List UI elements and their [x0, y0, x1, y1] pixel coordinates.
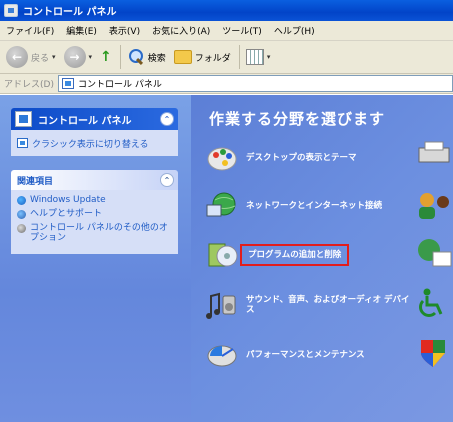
- security-shield-icon[interactable]: [415, 337, 453, 367]
- related-item-label: ヘルプとサポート: [30, 209, 103, 219]
- address-value: コントロール パネル: [77, 80, 162, 90]
- address-field[interactable]: コントロール パネル: [57, 75, 453, 92]
- category-sound-audio[interactable]: サウンド、音声、およびオーディオ デバイス: [205, 290, 416, 320]
- control-panel-icon: [4, 4, 18, 17]
- related-item-help-support[interactable]: ヘルプとサポート: [17, 209, 172, 219]
- related-topics-header[interactable]: 関連項目 ⌃: [11, 170, 178, 190]
- menu-view[interactable]: 表示(V): [109, 24, 140, 37]
- printer-icon[interactable]: [415, 138, 453, 168]
- menu-favorites[interactable]: お気に入り(A): [152, 24, 210, 37]
- network-globe-icon: [205, 191, 239, 221]
- back-button[interactable]: ← 戻る ▾: [6, 46, 56, 68]
- options-icon: [17, 224, 26, 233]
- category-label: サウンド、音声、およびオーディオ デバイス: [246, 295, 410, 315]
- date-time-globe-icon[interactable]: [415, 238, 453, 268]
- address-label: アドレス(D): [4, 80, 54, 90]
- dropdown-arrow-icon[interactable]: ▾: [89, 53, 93, 61]
- switch-view-link[interactable]: クラシック表示に切り替える: [11, 130, 178, 156]
- search-label: 検索: [147, 53, 166, 64]
- control-panel-title: コントロール パネル: [38, 115, 132, 127]
- page-title: 作業する分野を選びます: [209, 110, 386, 128]
- back-label: 戻る: [31, 53, 50, 64]
- menu-edit[interactable]: 編集(E): [66, 24, 97, 37]
- views-icon: [245, 49, 264, 65]
- control-panel-logo-icon: [15, 111, 32, 127]
- accessibility-icon[interactable]: [415, 287, 453, 317]
- address-bar: アドレス(D) コントロール パネル: [0, 74, 453, 94]
- category-label: ネットワークとインターネット接続: [246, 201, 383, 211]
- folders-label: フォルダ: [194, 53, 231, 64]
- category-add-remove-programs[interactable]: プログラムの追加と削除: [205, 240, 350, 270]
- category-label: デスクトップの表示とテーマ: [246, 153, 357, 163]
- toolbar-separator: [238, 45, 240, 69]
- up-button[interactable]: ↑: [100, 49, 112, 65]
- category-performance-maintenance[interactable]: パフォーマンスとメンテナンス: [205, 340, 365, 370]
- category-appearance-themes[interactable]: デスクトップの表示とテーマ: [205, 143, 357, 173]
- control-panel-icon: [61, 78, 74, 89]
- related-item-label: コントロール パネルのその他のオプション: [30, 223, 168, 243]
- highlighted-category-label: プログラムの追加と削除: [240, 244, 350, 266]
- help-icon: [17, 210, 26, 219]
- search-button[interactable]: 検索: [127, 48, 166, 66]
- related-item-label: Windows Update: [30, 195, 106, 205]
- windows-update-icon: [17, 196, 26, 205]
- category-label: パフォーマンスとメンテナンス: [246, 350, 365, 360]
- cd-box-icon: [205, 240, 239, 270]
- menu-tools[interactable]: ツール(T): [222, 24, 262, 37]
- control-panel-box: コントロール パネル ⌃ クラシック表示に切り替える: [11, 108, 178, 156]
- folder-icon: [173, 50, 192, 64]
- task-pane: コントロール パネル ⌃ クラシック表示に切り替える 関連項目 ⌃ Window…: [0, 95, 191, 422]
- classic-view-icon: [17, 138, 28, 148]
- related-item-windows-update[interactable]: Windows Update: [17, 195, 172, 205]
- title-bar: コントロール パネル: [0, 0, 453, 21]
- window-title: コントロール パネル: [23, 7, 117, 18]
- collapse-chevron-icon[interactable]: ⌃: [160, 173, 174, 187]
- toolbar-separator: [119, 45, 121, 69]
- menu-bar: ファイル(F) 編集(E) 表示(V) お気に入り(A) ツール(T) ヘルプ(…: [0, 21, 453, 41]
- back-arrow-icon: ←: [6, 46, 28, 68]
- dropdown-arrow-icon[interactable]: ▾: [52, 53, 56, 61]
- related-topics-box: 関連項目 ⌃ Windows Update ヘルプとサポート コントロール パネ…: [11, 170, 178, 254]
- category-network-internet[interactable]: ネットワークとインターネット接続: [205, 191, 382, 221]
- menu-file[interactable]: ファイル(F): [6, 24, 54, 37]
- switch-view-label: クラシック表示に切り替える: [32, 139, 149, 150]
- control-panel-header[interactable]: コントロール パネル ⌃: [11, 108, 178, 130]
- dropdown-arrow-icon[interactable]: ▾: [267, 53, 271, 61]
- views-button[interactable]: ▾: [245, 49, 271, 65]
- performance-gauge-icon: [205, 340, 239, 370]
- related-topics-title: 関連項目: [17, 176, 54, 187]
- forward-button[interactable]: → ▾: [63, 46, 93, 68]
- up-folder-icon: ↑: [100, 49, 112, 65]
- menu-help[interactable]: ヘルプ(H): [274, 24, 315, 37]
- folders-button[interactable]: フォルダ: [173, 50, 231, 64]
- search-icon: [127, 48, 145, 66]
- desktop-display-icon: [205, 143, 239, 173]
- toolbar: ← 戻る ▾ → ▾ ↑ 検索 フォルダ ▾: [0, 41, 453, 74]
- forward-arrow-icon: →: [63, 46, 86, 68]
- related-item-other-options[interactable]: コントロール パネルのその他のオプション: [17, 223, 172, 243]
- related-topics-list: Windows Update ヘルプとサポート コントロール パネルのその他のオ…: [11, 190, 178, 254]
- collapse-chevron-icon[interactable]: ⌃: [160, 112, 174, 126]
- category-view: 作業する分野を選びます デスクトップの表示とテーマ ネットワークとインターネット…: [191, 95, 453, 422]
- speaker-music-icon: [205, 290, 239, 320]
- user-accounts-icon[interactable]: [415, 190, 453, 220]
